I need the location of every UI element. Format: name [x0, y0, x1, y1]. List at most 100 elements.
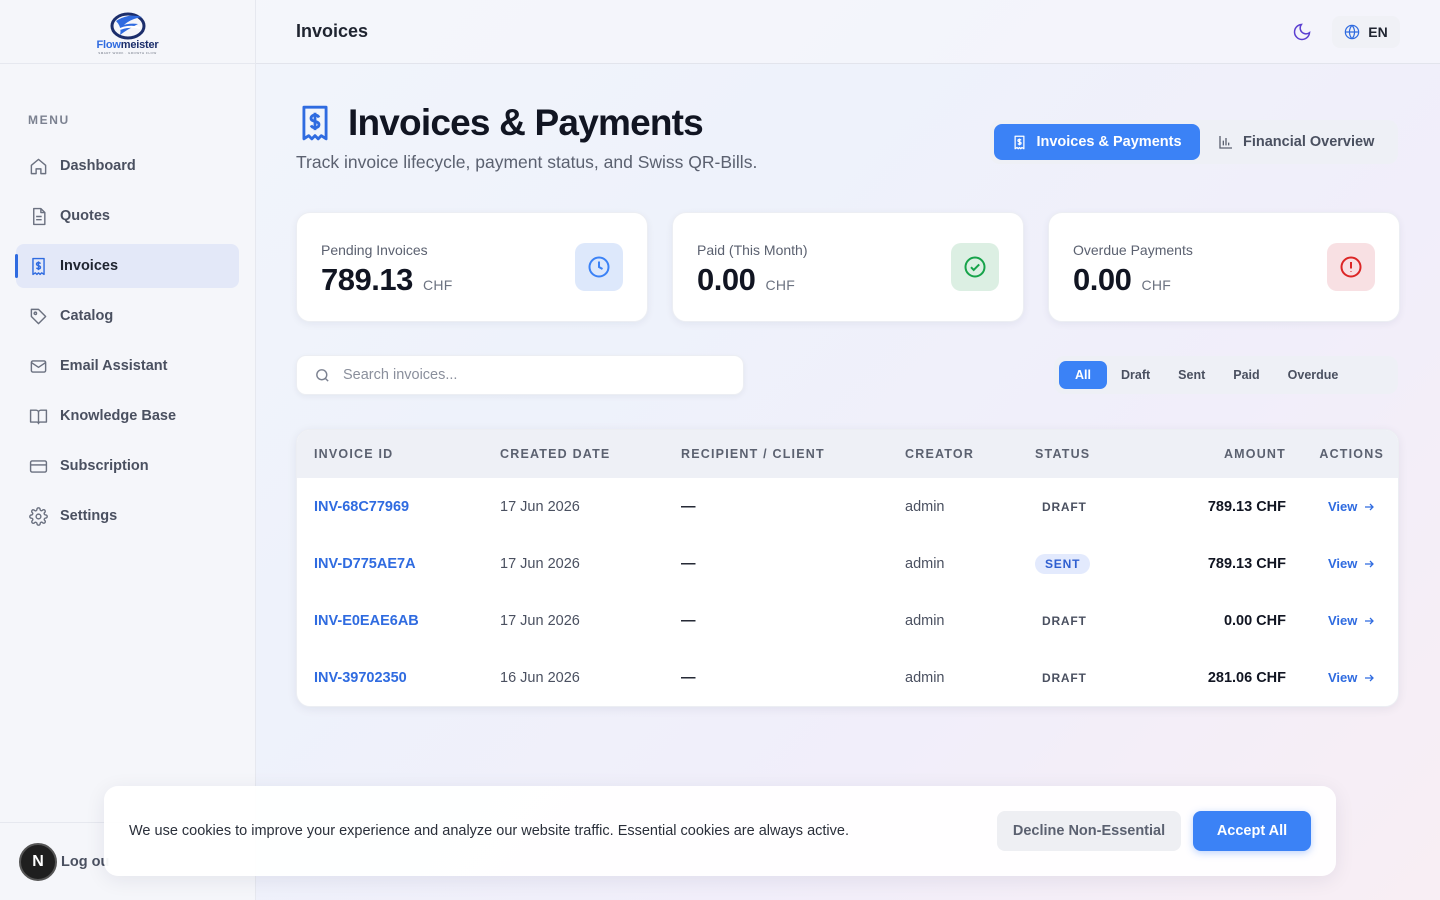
- filter-overdue[interactable]: Overdue: [1274, 361, 1353, 389]
- status-filter: All Draft Sent Paid Overdue: [1054, 356, 1398, 394]
- invoice-id-link[interactable]: INV-E0EAE6AB: [314, 613, 419, 629]
- invoices-table: INVOICE ID CREATED DATE RECIPIENT / CLIE…: [296, 429, 1399, 707]
- view-switcher: Invoices & Payments Financial Overview: [990, 120, 1398, 164]
- tab-financial-overview[interactable]: Financial Overview: [1200, 124, 1392, 160]
- sidebar-nav: Dashboard Quotes Invoices Catalog Email …: [15, 144, 239, 544]
- creator: admin: [905, 555, 945, 572]
- status-badge: DRAFT: [1042, 499, 1087, 514]
- logo-area: Flowmeister SMART WORK · GROWTH FLOW: [0, 0, 255, 64]
- view-button[interactable]: View: [1328, 556, 1375, 571]
- sidebar-item-email-assistant[interactable]: Email Assistant: [16, 344, 239, 388]
- logout-link[interactable]: Log ou: [61, 854, 109, 870]
- invoice-icon: [28, 256, 48, 276]
- flowmeister-logo-icon: [110, 12, 145, 39]
- home-icon: [28, 156, 48, 176]
- sidebar-item-label: Email Assistant: [60, 358, 168, 374]
- view-button[interactable]: View: [1328, 613, 1375, 628]
- book-icon: [28, 406, 48, 426]
- menu-label: MENU: [28, 113, 70, 127]
- topbar: Invoices EN: [256, 0, 1440, 64]
- language-selector[interactable]: EN: [1332, 16, 1400, 48]
- sidebar-item-quotes[interactable]: Quotes: [16, 194, 239, 238]
- globe-icon: [1344, 24, 1360, 40]
- table-row[interactable]: INV-39702350 16 Jun 2026 — admin DRAFT 2…: [297, 649, 1398, 706]
- sidebar-item-label: Invoices: [60, 258, 119, 274]
- page-header: Invoices & Payments Track invoice lifecy…: [296, 102, 757, 173]
- invoice-id-link[interactable]: INV-D775AE7A: [314, 556, 416, 572]
- invoice-icon: [302, 105, 328, 141]
- table-header: INVOICE ID CREATED DATE RECIPIENT / CLIE…: [297, 430, 1398, 478]
- filter-draft[interactable]: Draft: [1107, 361, 1164, 389]
- accept-cookies-button[interactable]: Accept All: [1193, 811, 1311, 851]
- clock-icon: [575, 243, 623, 291]
- column-header[interactable]: INVOICE ID: [314, 447, 393, 461]
- brand-name: Flowmeister: [96, 38, 159, 51]
- amount: 281.06 CHF: [1207, 669, 1286, 686]
- created-date: 17 Jun 2026: [500, 498, 580, 515]
- table-row[interactable]: INV-E0EAE6AB 17 Jun 2026 — admin DRAFT 0…: [297, 592, 1398, 649]
- moon-icon: [1293, 23, 1311, 41]
- status-badge: DRAFT: [1042, 670, 1087, 685]
- cookie-banner: We use cookies to improve your experienc…: [104, 786, 1336, 876]
- invoice-id-link[interactable]: INV-39702350: [314, 670, 407, 686]
- sidebar-item-invoices[interactable]: Invoices: [15, 244, 239, 288]
- column-header[interactable]: RECIPIENT / CLIENT: [681, 447, 825, 461]
- sidebar-item-catalog[interactable]: Catalog: [16, 294, 239, 338]
- amount: 789.13 CHF: [1207, 498, 1286, 515]
- sidebar-item-label: Quotes: [60, 208, 110, 224]
- sidebar-item-label: Settings: [60, 508, 118, 524]
- page-title: Invoices & Payments: [348, 102, 704, 143]
- decline-cookies-button[interactable]: Decline Non-Essential: [997, 811, 1181, 851]
- sidebar: Flowmeister SMART WORK · GROWTH FLOW MEN…: [0, 0, 256, 900]
- search-input[interactable]: [343, 367, 723, 383]
- topbar-title: Invoices: [296, 21, 369, 41]
- table-row[interactable]: INV-68C77969 17 Jun 2026 — admin DRAFT 7…: [297, 478, 1398, 535]
- filter-paid[interactable]: Paid: [1219, 361, 1273, 389]
- arrow-right-icon: [1365, 560, 1375, 567]
- brand-logo[interactable]: Flowmeister SMART WORK · GROWTH FLOW: [97, 9, 159, 55]
- tab-invoices-payments[interactable]: Invoices & Payments: [994, 124, 1200, 160]
- stat-card-pending: Pending Invoices 789.13 CHF: [296, 212, 648, 322]
- tab-label: Financial Overview: [1243, 134, 1375, 150]
- created-date: 17 Jun 2026: [500, 555, 580, 572]
- column-header[interactable]: CREATOR: [905, 447, 974, 461]
- sidebar-item-subscription[interactable]: Subscription: [16, 444, 239, 488]
- dark-mode-toggle[interactable]: [1292, 22, 1312, 42]
- sidebar-item-settings[interactable]: Settings: [16, 494, 239, 538]
- sidebar-item-knowledge-base[interactable]: Knowledge Base: [16, 394, 239, 438]
- recipient: —: [681, 498, 696, 515]
- search-icon: [316, 368, 329, 382]
- gear-icon: [28, 506, 48, 526]
- status-badge: DRAFT: [1042, 613, 1087, 628]
- invoice-icon: [1014, 135, 1025, 149]
- column-header[interactable]: AMOUNT: [1224, 447, 1286, 461]
- filter-all[interactable]: All: [1059, 361, 1107, 389]
- language-label: EN: [1368, 24, 1388, 40]
- avatar[interactable]: N: [19, 842, 57, 881]
- stat-card-overdue: Overdue Payments 0.00 CHF: [1048, 212, 1400, 322]
- creator: admin: [905, 612, 945, 629]
- sidebar-item-dashboard[interactable]: Dashboard: [16, 144, 239, 188]
- check-circle-icon: [951, 243, 999, 291]
- column-header[interactable]: STATUS: [1035, 447, 1090, 461]
- sidebar-item-label: Subscription: [60, 458, 149, 474]
- view-button[interactable]: View: [1328, 670, 1375, 685]
- cookie-message: We use cookies to improve your experienc…: [129, 823, 849, 839]
- recipient: —: [681, 612, 696, 629]
- card-icon: [28, 456, 48, 476]
- filter-sent[interactable]: Sent: [1164, 361, 1219, 389]
- recipient: —: [681, 669, 696, 686]
- brand-tagline: SMART WORK · GROWTH FLOW: [98, 50, 157, 55]
- mail-icon: [28, 356, 48, 376]
- column-header[interactable]: CREATED DATE: [500, 447, 610, 461]
- bar-chart-icon: [1219, 136, 1232, 149]
- view-button[interactable]: View: [1328, 499, 1375, 514]
- invoice-id-link[interactable]: INV-68C77969: [314, 499, 409, 515]
- alert-circle-icon: [1327, 243, 1375, 291]
- search-box: [296, 355, 744, 395]
- table-row[interactable]: INV-D775AE7A 17 Jun 2026 — admin SENT 78…: [297, 535, 1398, 592]
- column-header: ACTIONS: [1319, 447, 1384, 461]
- arrow-right-icon: [1365, 503, 1375, 510]
- arrow-right-icon: [1365, 674, 1375, 681]
- tag-icon: [28, 306, 48, 326]
